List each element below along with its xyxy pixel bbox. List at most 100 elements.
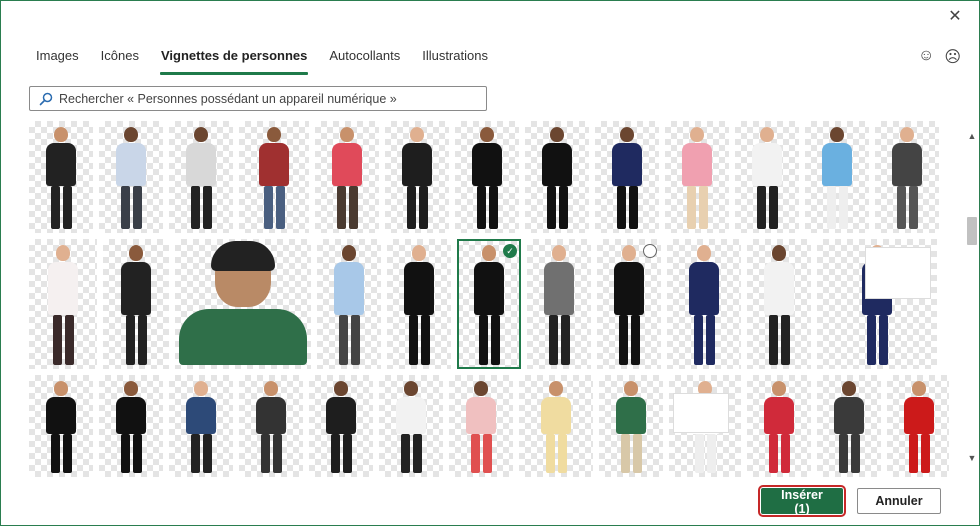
person-torso bbox=[542, 143, 572, 186]
cancel-button[interactable]: Annuler bbox=[857, 488, 941, 514]
people-image-tile[interactable] bbox=[99, 375, 163, 477]
person-leg bbox=[190, 186, 200, 229]
person-leg bbox=[132, 434, 142, 473]
people-image-tile[interactable] bbox=[597, 239, 661, 369]
insert-button[interactable]: Insérer (1) bbox=[758, 485, 846, 517]
person-figure bbox=[256, 381, 286, 473]
people-image-tile[interactable] bbox=[455, 121, 519, 233]
tab-stickers[interactable]: Autocollants bbox=[320, 45, 409, 75]
tab-illustrations[interactable]: Illustrations bbox=[413, 45, 497, 75]
people-image-tile[interactable] bbox=[29, 121, 93, 233]
person-legs bbox=[693, 314, 715, 365]
people-image-tile[interactable] bbox=[735, 121, 799, 233]
people-image-tile[interactable] bbox=[887, 375, 949, 477]
person-head bbox=[56, 245, 70, 261]
person-leg bbox=[482, 434, 492, 473]
person-leg bbox=[132, 186, 142, 229]
person-figure bbox=[764, 381, 794, 473]
people-image-tile[interactable] bbox=[449, 375, 513, 477]
tab-people-cutouts[interactable]: Vignettes de personnes bbox=[152, 45, 316, 75]
tab-icons[interactable]: Icônes bbox=[92, 45, 148, 75]
person-torso bbox=[472, 143, 502, 186]
people-image-tile[interactable] bbox=[747, 239, 811, 369]
person-leg bbox=[558, 186, 568, 229]
person-leg bbox=[618, 314, 628, 365]
people-image-tile[interactable] bbox=[99, 121, 163, 233]
person-figure bbox=[186, 127, 216, 229]
people-image-tile[interactable] bbox=[239, 121, 309, 233]
people-image-tile[interactable] bbox=[665, 121, 729, 233]
person-legs bbox=[616, 186, 638, 229]
scroll-up-arrow-icon[interactable]: ▲ bbox=[965, 129, 979, 143]
tab-images[interactable]: Images bbox=[27, 45, 88, 75]
people-image-tile[interactable] bbox=[669, 375, 741, 477]
person-head bbox=[830, 127, 844, 143]
people-image-tile[interactable] bbox=[309, 375, 373, 477]
people-image-tile[interactable] bbox=[519, 375, 593, 477]
person-leg bbox=[630, 314, 640, 365]
person-figure bbox=[542, 127, 572, 229]
person-figure bbox=[474, 245, 504, 365]
scroll-thumb[interactable] bbox=[967, 217, 977, 245]
person-torso bbox=[892, 143, 922, 186]
people-image-tile[interactable] bbox=[525, 121, 589, 233]
selected-check-icon[interactable]: ✓ bbox=[503, 244, 517, 258]
people-image-tile[interactable] bbox=[387, 239, 451, 369]
person-leg bbox=[272, 434, 282, 473]
person-leg bbox=[64, 314, 74, 365]
select-circle-icon[interactable] bbox=[643, 244, 657, 258]
close-icon[interactable]: ✕ bbox=[945, 7, 965, 27]
scroll-down-arrow-icon[interactable]: ▼ bbox=[965, 451, 979, 465]
gallery-row-3 bbox=[29, 375, 949, 477]
people-image-tile[interactable] bbox=[317, 239, 381, 369]
person-head bbox=[404, 381, 418, 396]
people-image-tile[interactable] bbox=[817, 375, 881, 477]
people-image-tile[interactable] bbox=[667, 239, 741, 369]
people-image-tile[interactable]: ✓ bbox=[457, 239, 521, 369]
people-image-tile[interactable] bbox=[385, 121, 449, 233]
person-legs bbox=[50, 434, 72, 473]
person-figure bbox=[121, 245, 151, 365]
people-image-tile[interactable] bbox=[175, 239, 311, 369]
people-image-tile[interactable] bbox=[169, 121, 233, 233]
people-image-tile[interactable] bbox=[595, 121, 659, 233]
frown-icon[interactable]: ☹ bbox=[944, 47, 961, 67]
person-head bbox=[690, 127, 704, 143]
people-image-tile[interactable] bbox=[875, 121, 939, 233]
person-leg bbox=[488, 186, 498, 229]
smile-icon[interactable]: ☺ bbox=[918, 47, 934, 67]
people-image-tile[interactable] bbox=[527, 239, 591, 369]
people-image-tile[interactable] bbox=[103, 239, 169, 369]
people-image-tile[interactable] bbox=[747, 375, 811, 477]
person-figure bbox=[834, 381, 864, 473]
person-leg bbox=[705, 314, 715, 365]
person-legs bbox=[838, 434, 860, 473]
person-figure bbox=[186, 381, 216, 473]
search-box[interactable] bbox=[29, 86, 487, 111]
people-image-tile[interactable] bbox=[599, 375, 663, 477]
person-leg bbox=[546, 186, 556, 229]
people-image-tile[interactable] bbox=[817, 239, 937, 369]
person-leg bbox=[756, 186, 766, 229]
people-image-tile[interactable] bbox=[29, 239, 97, 369]
person-legs bbox=[548, 314, 570, 365]
search-input[interactable] bbox=[59, 91, 486, 106]
people-image-tile[interactable] bbox=[315, 121, 379, 233]
person-head bbox=[772, 245, 786, 261]
person-leg bbox=[490, 314, 500, 365]
person-torso bbox=[116, 396, 146, 434]
people-image-tile[interactable] bbox=[805, 121, 869, 233]
person-torso bbox=[834, 396, 864, 434]
person-leg bbox=[768, 186, 778, 229]
person-leg bbox=[693, 314, 703, 365]
person-head bbox=[54, 381, 68, 396]
people-image-tile[interactable] bbox=[29, 375, 93, 477]
person-figure bbox=[466, 381, 496, 473]
person-head bbox=[480, 127, 494, 143]
person-torso bbox=[186, 143, 216, 186]
people-image-tile[interactable] bbox=[239, 375, 303, 477]
vertical-scrollbar[interactable]: ▲ ▼ bbox=[965, 123, 979, 467]
people-image-tile[interactable] bbox=[169, 375, 233, 477]
people-image-tile[interactable] bbox=[379, 375, 443, 477]
person-torso bbox=[402, 143, 432, 186]
